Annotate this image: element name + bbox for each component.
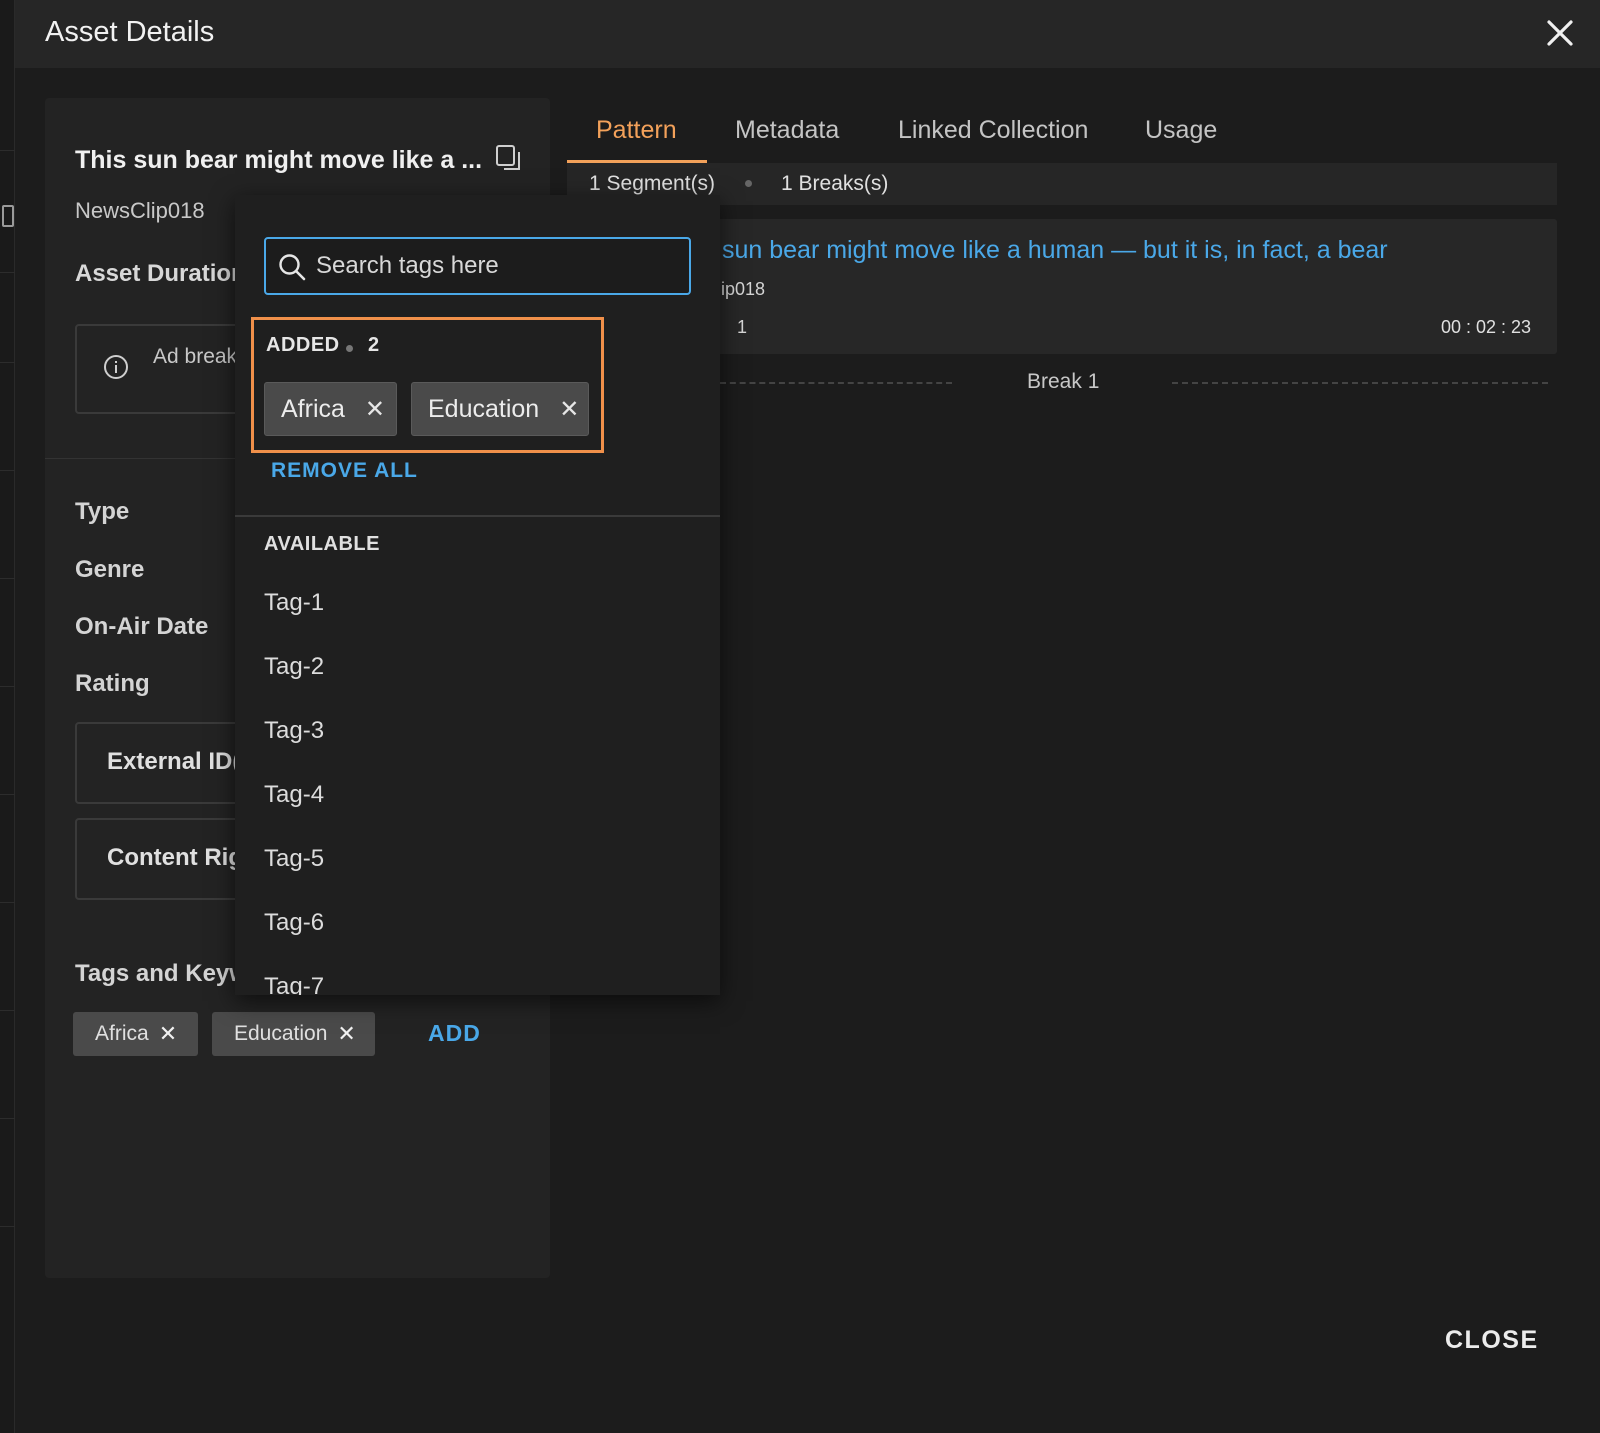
remove-tag-icon[interactable]: ✕ [337,1021,355,1047]
type-label: Type [75,498,130,525]
background-divider [0,362,15,363]
tag-chip-africa: Africa ✕ [73,1012,198,1056]
tag-chip-label: Education [428,394,540,423]
separator-dot [346,345,353,352]
background-divider [0,686,15,687]
segment-number: 1 [737,317,748,337]
calendar-icon [2,205,14,227]
copy-icon[interactable] [495,144,523,172]
background-divider [0,1118,15,1119]
remove-tag-icon[interactable]: ✕ [159,1021,177,1047]
background-divider [0,470,15,471]
background-app-strip [0,0,15,1433]
list-item[interactable]: Tag-5 [264,845,324,873]
close-button[interactable]: CLOSE [1445,1326,1539,1355]
list-item[interactable]: Tag-3 [264,717,324,745]
break-divider-right [1172,382,1548,384]
remove-tag-icon[interactable]: ✕ [365,395,385,424]
tab-linked-collection[interactable]: Linked Collection [898,108,1088,166]
asset-id: NewsClip018 [75,198,205,223]
remove-tag-icon[interactable]: ✕ [559,395,579,424]
tab-pattern[interactable]: Pattern [596,108,677,166]
tag-chip-label: Africa [95,1022,149,1045]
list-item[interactable]: Tag-7 [264,973,324,995]
tab-usage[interactable]: Usage [1145,108,1217,166]
segment-duration: 00 : 02 : 23 [1441,317,1532,337]
background-divider [0,1226,15,1227]
list-item[interactable]: Tag-1 [264,589,324,617]
break-divider-left [720,382,952,384]
added-label: ADDED [266,334,340,356]
background-divider [0,578,15,579]
tag-picker-popover: ADDED 2 Africa ✕ Education ✕ REMOVE ALL … [235,195,720,995]
tag-chip-label: Africa [281,394,345,423]
segment-count: 1 Segment(s) [589,172,716,195]
tag-chip-education: Education ✕ [212,1012,375,1056]
content-rights-label: Content Rig [107,844,243,871]
rating-label: Rating [75,670,150,697]
tag-search-box[interactable] [264,237,691,295]
tags-keywords-label: Tags and Keyw [75,960,248,987]
break-count: 1 Breaks(s) [781,172,889,195]
on-air-date-label: On-Air Date [75,613,209,640]
added-tag-chip-africa: Africa ✕ [264,382,397,436]
external-id-label: External ID( [107,748,241,775]
add-tag-button[interactable]: ADD [428,1020,481,1047]
background-divider [0,1010,15,1011]
segment-asset-id: lip018 [717,279,766,299]
popover-divider [235,515,720,517]
tag-search-input[interactable] [316,248,676,284]
added-tag-chip-education: Education ✕ [411,382,589,436]
modal-title: Asset Details [45,16,215,48]
added-tags-section: ADDED 2 Africa ✕ Education ✕ [251,317,604,453]
separator-dot [745,180,752,187]
added-count: 2 [368,334,380,356]
info-icon [104,355,128,379]
tab-metadata[interactable]: Metadata [735,108,839,166]
list-item[interactable]: Tag-2 [264,653,324,681]
genre-label: Genre [75,556,145,583]
asset-name: This sun bear might move like a ... [75,146,483,174]
asset-duration-label: Asset Duration [75,260,246,287]
tag-chip-label: Education [234,1022,328,1045]
close-icon[interactable] [1545,18,1575,48]
modal-header: Asset Details [15,0,1600,68]
search-icon [279,254,306,281]
background-divider [0,150,15,151]
list-item[interactable]: Tag-6 [264,909,324,937]
available-label: AVAILABLE [264,533,380,555]
background-divider [0,902,15,903]
break-label: Break 1 [1027,370,1100,393]
background-divider [0,272,15,273]
list-item[interactable]: Tag-4 [264,781,324,809]
background-divider [0,794,15,795]
segment-title[interactable]: sun bear might move like a human — but i… [722,236,1388,265]
remove-all-button[interactable]: REMOVE ALL [271,459,418,483]
